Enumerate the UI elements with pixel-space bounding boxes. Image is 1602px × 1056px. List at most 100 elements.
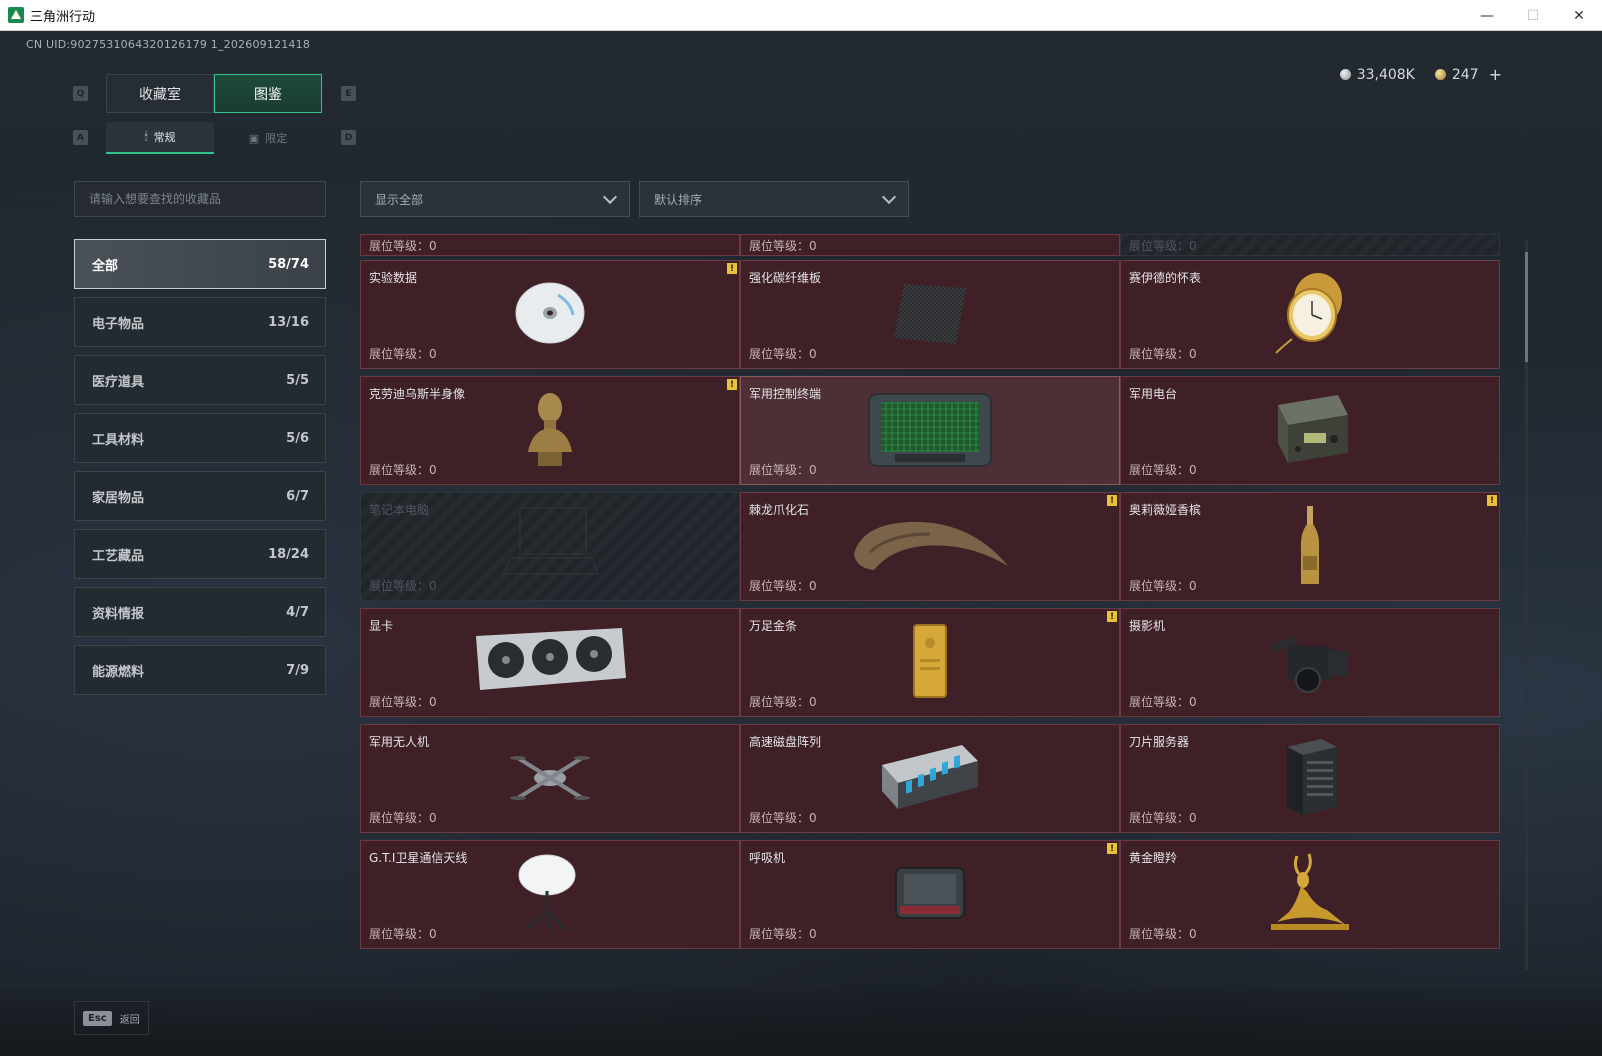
booth-level: 展位等级：0 (369, 927, 437, 941)
candle-icon: 🕯 (144, 130, 148, 143)
collectible-card[interactable]: 强化碳纤维板 展位等级：0 (740, 260, 1120, 369)
collectible-card[interactable]: 呼吸机! 展位等级：0 (740, 840, 1120, 949)
camera-icon (1268, 626, 1352, 700)
scrollbar-thumb[interactable] (1525, 252, 1528, 362)
window-titlebar: 三角洲行动 — ☐ ✕ (0, 0, 1602, 31)
minimize-button[interactable]: — (1464, 0, 1510, 31)
sort-dropdown[interactable]: 默认排序 (639, 181, 909, 217)
drone-icon (508, 744, 592, 814)
booth-level: 展位等级：0 (749, 239, 817, 253)
item-name: 显卡 (369, 619, 394, 633)
booth-level: 展位等级：0 (369, 239, 437, 253)
item-name: 强化碳纤维板 (749, 271, 822, 285)
item-name: 高速磁盘阵列 (749, 735, 822, 749)
alert-badge-icon: ! (727, 379, 737, 390)
laptop-icon (500, 502, 600, 592)
category-label: 全部 (92, 258, 119, 274)
category-tools[interactable]: 工具材料 5/6 (74, 413, 326, 463)
show-filter-value: 显示全部 (375, 192, 424, 207)
search-input[interactable] (74, 181, 326, 217)
collectible-card[interactable]: 棘龙爪化石! 展位等级：0 (740, 492, 1120, 601)
tab-catalog[interactable]: 图鉴 (214, 74, 322, 113)
alert-badge-icon: ! (1487, 495, 1497, 506)
watch-icon (1272, 269, 1348, 361)
booth-level: 展位等级：0 (1129, 239, 1197, 253)
goldbar-icon (910, 621, 950, 705)
category-electronics[interactable]: 电子物品 13/16 (74, 297, 326, 347)
collectible-card[interactable]: 笔记本电脑 展位等级：0 (360, 492, 740, 601)
booth-level: 展位等级：0 (749, 579, 817, 593)
booth-level: 展位等级：0 (369, 811, 437, 825)
chevron-down-icon (602, 189, 618, 204)
collectible-card[interactable]: 万足金条! 展位等级：0 (740, 608, 1120, 717)
add-currency-button[interactable]: + (1489, 65, 1502, 84)
close-button[interactable]: ✕ (1556, 0, 1602, 31)
claw-icon (850, 514, 1010, 580)
subtab-limited[interactable]: ▣ 限定 (214, 122, 322, 154)
player-uid: CN UID:9027531064320126179 1_20260912141… (26, 38, 311, 51)
show-filter-dropdown[interactable]: 显示全部 (360, 181, 630, 217)
item-name: 棘龙爪化石 (749, 503, 810, 517)
collectible-card[interactable]: G.T.I卫星通信天线 展位等级：0 (360, 840, 740, 949)
booth-level: 展位等级：0 (1129, 811, 1197, 825)
collectible-card[interactable]: 高速磁盘阵列 展位等级：0 (740, 724, 1120, 833)
collectible-card[interactable]: 显卡 展位等级：0 (360, 608, 740, 717)
category-label: 工具材料 (92, 432, 145, 448)
alert-badge-icon: ! (727, 263, 737, 274)
item-name: 实验数据 (369, 271, 418, 285)
category-count: 4/7 (286, 604, 309, 620)
limited-icon: ▣ (248, 131, 260, 145)
collectible-card[interactable]: 军用控制终端 展位等级：0 (740, 376, 1120, 485)
collectible-card[interactable]: 实验数据! 展位等级：0 (360, 260, 740, 369)
back-button[interactable]: Esc 返回 (74, 1001, 149, 1035)
silver-currency: 33,408K (1339, 67, 1415, 83)
category-label: 能源燃料 (92, 664, 145, 680)
collectible-card[interactable]: 刀片服务器展位等级：0 (1120, 724, 1500, 833)
dish-icon (517, 851, 583, 939)
maximize-button[interactable]: ☐ (1510, 0, 1556, 31)
category-crafts[interactable]: 工艺藏品 18/24 (74, 529, 326, 579)
bust-icon (522, 388, 578, 474)
category-count: 18/24 (268, 546, 309, 562)
category-energy[interactable]: 能源燃料 7/9 (74, 645, 326, 695)
collectible-card[interactable]: 黄金瞪羚 展位等级：0 (1120, 840, 1500, 949)
collectible-card[interactable]: 展位等级：0 (360, 234, 740, 256)
key-hint-q: Q (73, 86, 88, 101)
item-name: 刀片服务器 (1129, 735, 1190, 749)
booth-level: 展位等级：0 (749, 811, 817, 825)
collectible-card[interactable]: 军用无人机展位等级：0 (360, 724, 740, 833)
item-name: 军用无人机 (369, 735, 430, 749)
collectible-card[interactable]: 摄影机 展位等级：0 (1120, 608, 1500, 717)
category-label: 工艺藏品 (92, 548, 145, 564)
alert-badge-icon: ! (1107, 843, 1117, 854)
collectible-card[interactable]: 展位等级：0 (740, 234, 1120, 256)
main-tabs: 收藏室 图鉴 (106, 74, 322, 113)
subtab-regular[interactable]: 🕯 常规 (106, 122, 214, 154)
grid-scrollbar[interactable] (1525, 240, 1528, 970)
collectible-card[interactable]: 赛伊德的怀表 展位等级：0 (1120, 260, 1500, 369)
category-medical[interactable]: 医疗道具 5/5 (74, 355, 326, 405)
category-intel[interactable]: 资料情报 4/7 (74, 587, 326, 637)
tab-collection-room[interactable]: 收藏室 (106, 74, 214, 113)
esc-key-hint: Esc (83, 1010, 112, 1026)
collectible-card[interactable]: 克劳迪乌斯半身像! 展位等级：0 (360, 376, 740, 485)
collectible-card[interactable]: 奥莉薇娅香槟! 展位等级：0 (1120, 492, 1500, 601)
item-name: 军用电台 (1129, 387, 1178, 401)
game-view: CN UID:9027531064320126179 1_20260912141… (0, 31, 1602, 1056)
category-count: 5/5 (286, 372, 309, 388)
collectible-card[interactable]: 军用电台 展位等级：0 (1120, 376, 1500, 485)
booth-level: 展位等级：0 (369, 579, 437, 593)
category-home[interactable]: 家居物品 6/7 (74, 471, 326, 521)
key-hint-a: A (73, 130, 88, 145)
booth-level: 展位等级：0 (749, 463, 817, 477)
currency-bar: 33,408K 247 + (1339, 65, 1502, 84)
booth-level: 展位等级：0 (749, 347, 817, 361)
collectible-card[interactable]: 展位等级：0 (1120, 234, 1500, 256)
booth-level: 展位等级：0 (1129, 347, 1197, 361)
category-label: 电子物品 (92, 316, 145, 332)
window-title: 三角洲行动 (30, 9, 96, 25)
category-label: 资料情报 (92, 606, 145, 622)
category-count: 58/74 (268, 256, 309, 272)
booth-level: 展位等级：0 (749, 695, 817, 709)
category-all[interactable]: 全部 58/74 (74, 239, 326, 289)
